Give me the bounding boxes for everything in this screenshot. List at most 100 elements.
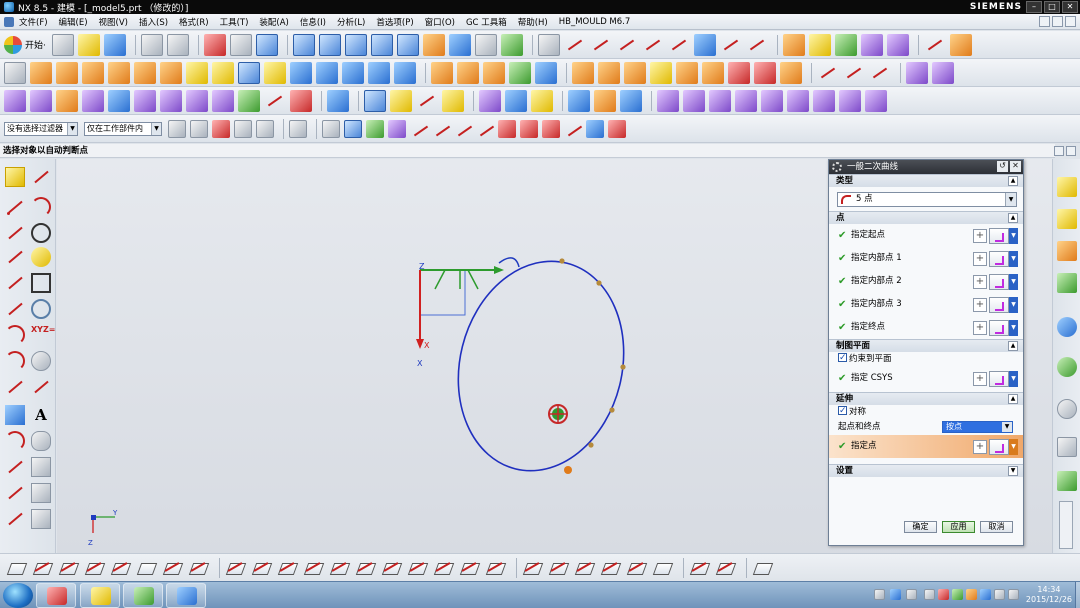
extrude-icon[interactable] (30, 61, 52, 84)
specify-interior-point-2-row[interactable]: ✔ 指定内部点 2 + ▼ (829, 270, 1023, 293)
new-file-icon[interactable] (51, 33, 74, 56)
clip-view-icon[interactable] (448, 33, 471, 56)
sketch-icon[interactable] (4, 61, 26, 84)
collapse-icon[interactable]: ▲ (1008, 213, 1018, 223)
block-r6-icon[interactable] (355, 558, 375, 578)
origin-icon[interactable] (668, 34, 690, 56)
assembly-navigator-icon[interactable] (1057, 177, 1077, 197)
inferred-point-icon[interactable] (989, 274, 1009, 290)
transform-icon[interactable] (390, 89, 412, 112)
arc-center-icon[interactable] (498, 119, 516, 138)
chevron-down-icon[interactable]: ▼ (1009, 274, 1018, 290)
panel-minimize-button[interactable] (1054, 146, 1064, 156)
point-dialog-button[interactable]: + (973, 298, 987, 312)
start-button[interactable]: 开始· (4, 35, 46, 54)
chevron-down-icon[interactable]: ▼ (1009, 371, 1018, 387)
menu-edit[interactable]: 编辑(E) (59, 16, 88, 28)
spline-icon[interactable] (5, 351, 25, 371)
slot-icon[interactable] (238, 61, 260, 84)
general-conic-curve[interactable] (437, 244, 645, 489)
menu-assembly[interactable]: 装配(A) (259, 16, 288, 28)
block-r16-icon[interactable] (626, 558, 646, 578)
curve-length-icon[interactable] (188, 558, 208, 578)
move-object-icon[interactable] (364, 89, 386, 112)
tray-icon-4[interactable] (924, 589, 935, 600)
block-r18-icon[interactable] (689, 558, 709, 578)
gear-icon[interactable] (832, 162, 842, 172)
join-curve-icon[interactable] (31, 457, 51, 477)
block-r8-icon[interactable] (407, 558, 427, 578)
select-face-icon[interactable] (344, 119, 362, 138)
feature-selection-icon[interactable] (190, 119, 208, 138)
specify-start-point-row[interactable]: ✔ 指定起点 + ▼ (829, 224, 1023, 247)
shell-icon[interactable] (535, 61, 557, 84)
collapse-icon[interactable]: ▲ (1008, 176, 1018, 186)
conic-point-interior-2[interactable] (620, 364, 626, 370)
start-end-select[interactable]: 按点 ▼ (942, 421, 1013, 433)
stretch-curve-icon[interactable] (162, 558, 182, 578)
slope-icon[interactable] (735, 89, 757, 112)
type-filter-select[interactable]: 没有选择过滤器 ▼ (4, 121, 78, 136)
draft-icon[interactable] (869, 62, 891, 84)
fit-view-icon[interactable] (203, 33, 226, 56)
offset-in-face-icon[interactable] (31, 431, 51, 451)
constrain-to-plane-checkbox[interactable]: 约束到平面 (829, 351, 1023, 367)
offset-curve-icon[interactable] (5, 431, 25, 451)
extract-icon[interactable] (431, 61, 453, 84)
block-r4-icon[interactable] (303, 558, 323, 578)
block-r11-icon[interactable] (485, 558, 505, 578)
close-icon[interactable]: ✕ (1010, 161, 1021, 172)
specify-point-row[interactable]: ✔ 指定点 + ▼ (829, 435, 1023, 458)
csys-dialog-button[interactable]: + (973, 372, 987, 386)
clock-icon[interactable] (1057, 399, 1077, 419)
block-r12-icon[interactable] (522, 558, 542, 578)
law-curve-icon[interactable]: XYZ= (31, 325, 55, 345)
general-conic-icon[interactable] (31, 351, 51, 371)
trim-sheet-icon[interactable] (212, 89, 234, 112)
wrap-curve-icon[interactable] (31, 509, 51, 529)
symmetric-checkbox[interactable]: 对称 (829, 404, 1023, 420)
specify-csys-row[interactable]: ✔ 指定 CSYS + ▼ (829, 367, 1023, 390)
point-icon[interactable] (5, 223, 25, 243)
selection-intent-icon[interactable] (234, 119, 252, 138)
block-r7-icon[interactable] (381, 558, 401, 578)
radius-analysis-icon[interactable] (761, 89, 783, 112)
snap-icon[interactable] (860, 33, 883, 56)
menu-tools[interactable]: 工具(T) (220, 16, 249, 28)
curvature-icon[interactable] (683, 89, 705, 112)
csys-icon[interactable] (564, 34, 586, 56)
system-clock[interactable]: 14:34 2015/12/26 (1026, 585, 1072, 605)
patch-icon[interactable] (594, 89, 616, 112)
deviation-icon[interactable] (787, 89, 809, 112)
settings-section-header[interactable]: 设置 ▼ (829, 464, 1023, 477)
snap-point-icon[interactable] (388, 119, 406, 138)
arc-icon[interactable] (31, 197, 51, 217)
block-r2-icon[interactable] (251, 558, 271, 578)
hammer-icon[interactable] (780, 61, 802, 84)
close-button[interactable]: ✕ (1062, 1, 1078, 13)
wcs-icon[interactable] (500, 33, 523, 56)
edit-fillet-icon[interactable] (136, 558, 156, 578)
constraint-navigator-icon[interactable] (1057, 209, 1077, 229)
inferred-point-icon[interactable] (989, 320, 1009, 336)
block-r5-icon[interactable] (329, 558, 349, 578)
tray-icon-5[interactable] (938, 589, 949, 600)
menu-window[interactable]: 窗口(O) (425, 16, 455, 28)
rectangle-icon[interactable] (31, 273, 51, 293)
hole-icon[interactable] (82, 61, 104, 84)
chevron-down-icon[interactable]: ▼ (1009, 320, 1018, 336)
mirror-curve-icon[interactable] (5, 509, 25, 529)
minimize-button[interactable]: – (1026, 1, 1042, 13)
menu-insert[interactable]: 插入(S) (139, 16, 168, 28)
maximize-button[interactable]: □ (1044, 1, 1060, 13)
inferred-point-icon[interactable] (989, 228, 1009, 244)
cube-front-icon[interactable] (292, 33, 315, 56)
rectangle-select-icon[interactable] (289, 119, 307, 138)
select-body-icon[interactable] (322, 119, 340, 138)
apply-button[interactable]: 应用 (942, 521, 975, 533)
chevron-down-icon[interactable]: ▼ (1009, 297, 1018, 313)
trim-curve-icon[interactable] (58, 558, 78, 578)
point-dialog-button[interactable]: + (973, 252, 987, 266)
basic-curve-icon[interactable] (5, 197, 25, 217)
block-r17-icon[interactable] (652, 558, 672, 578)
